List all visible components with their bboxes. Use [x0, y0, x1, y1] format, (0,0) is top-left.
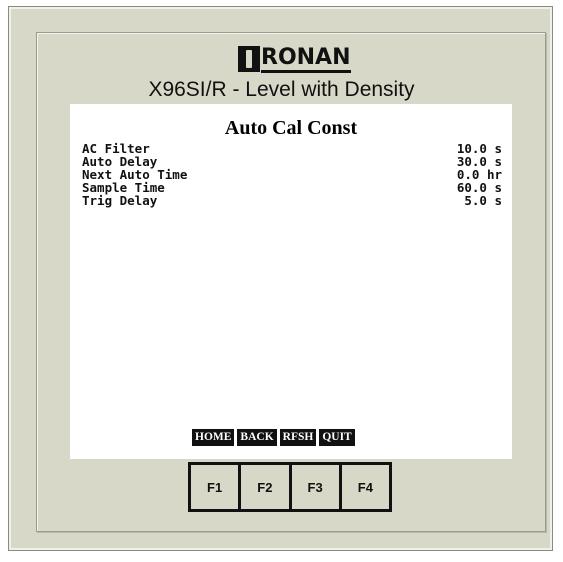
softkey-refresh[interactable]: RFSH: [280, 430, 316, 445]
softkey-quit[interactable]: QUIT: [320, 430, 354, 445]
softkey-back[interactable]: BACK: [238, 430, 276, 445]
f4-button[interactable]: F4: [338, 465, 389, 509]
param-value: 5.0 s: [464, 193, 502, 208]
function-key-group: F1 F2 F3 F4: [188, 462, 392, 512]
f1-button[interactable]: F1: [191, 465, 238, 509]
param-label: Trig Delay: [82, 193, 158, 208]
parameter-list: AC Filter 10.0 s Auto Delay 30.0 s Next …: [82, 142, 502, 207]
display-screen: Auto Cal Const AC Filter 10.0 s Auto Del…: [70, 104, 512, 459]
logo-text: RONAN: [261, 45, 351, 73]
model-title: X96SI/R - Level with Density: [148, 78, 415, 101]
param-row-trig-delay[interactable]: Trig Delay 5.0 s: [82, 194, 502, 207]
softkey-bar: HOME BACK RFSH QUIT: [193, 430, 354, 445]
f2-button[interactable]: F2: [238, 465, 288, 509]
f3-button[interactable]: F3: [288, 465, 339, 509]
ronan-logo: RONAN: [238, 44, 351, 74]
ronan-logo-mark: [238, 46, 260, 72]
screen-title: Auto Cal Const: [224, 117, 358, 139]
softkey-home[interactable]: HOME: [193, 430, 234, 445]
